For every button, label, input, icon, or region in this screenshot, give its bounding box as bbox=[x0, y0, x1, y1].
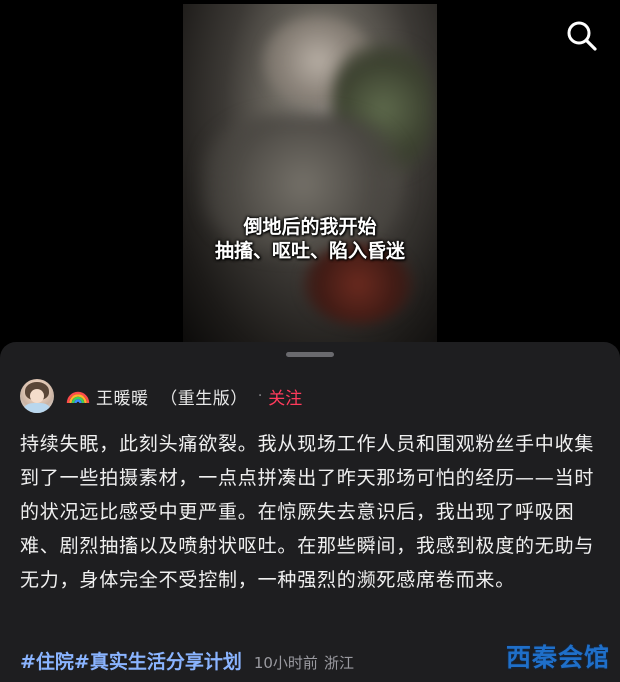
video-caption-line: 抽搐、呕吐、陷入昏迷 bbox=[214, 240, 405, 262]
post-meta: #住院 #真实生活分享计划 10小时前 浙江 bbox=[20, 647, 354, 674]
sheet-drag-handle[interactable] bbox=[286, 352, 334, 357]
author-row: 王暖暖 （重生版） · 关注 bbox=[20, 378, 302, 414]
post-time: 10小时前 bbox=[253, 654, 318, 672]
video-player[interactable]: 倒地后的我开始 抽搐、呕吐、陷入昏迷 bbox=[183, 4, 437, 342]
hashtag-link[interactable]: #真实生活分享计划 bbox=[74, 647, 242, 674]
search-button[interactable] bbox=[562, 16, 602, 56]
watermark: 西秦会馆 bbox=[505, 643, 610, 672]
video-caption: 倒地后的我开始 抽搐、呕吐、陷入昏迷 bbox=[183, 215, 437, 263]
separator-dot: · bbox=[257, 388, 263, 404]
avatar[interactable] bbox=[20, 379, 54, 413]
post-location: 浙江 bbox=[323, 654, 354, 672]
video-caption-line: 倒地后的我开始 bbox=[243, 216, 377, 238]
comment-sheet: 王暖暖 （重生版） · 关注 持续失眠，此刻头痛欲裂。我从现场工作人员和围观粉丝… bbox=[0, 342, 620, 682]
author-name[interactable]: 王暖暖 （重生版） bbox=[96, 384, 248, 409]
post-body: 持续失眠，此刻头痛欲裂。我从现场工作人员和围观粉丝手中收集到了一些拍摄素材，一点… bbox=[20, 433, 595, 591]
rainbow-icon bbox=[66, 391, 90, 404]
hashtag-link[interactable]: #住院 bbox=[20, 647, 74, 674]
follow-button[interactable]: 关注 bbox=[268, 384, 302, 409]
search-icon bbox=[567, 21, 597, 51]
